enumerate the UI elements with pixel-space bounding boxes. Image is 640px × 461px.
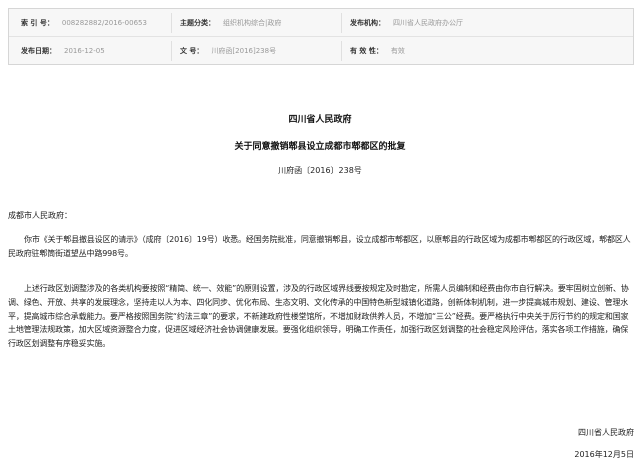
- validity-value: 有效: [390, 46, 405, 55]
- document-number-label: 文 号：: [180, 46, 204, 55]
- body-paragraph-1: 你市《关于郫县撤县设区的请示》（成府〔2016〕19号）收悉。经国务院批准，同意…: [8, 235, 631, 258]
- document-metadata-table: 索 引 号： 008282882/2016-00653 主题分类： 组织机构综合…: [8, 8, 634, 65]
- addressee: 成都市人民政府：: [8, 211, 72, 220]
- document-number: 川府函〔2016〕238号: [278, 166, 362, 175]
- publish-date-label: 发布日期：: [21, 46, 56, 55]
- metadata-row-1: 索 引 号： 008282882/2016-00653 主题分类： 组织机构综合…: [9, 9, 633, 37]
- publish-date-value: 2016-12-05: [64, 46, 105, 55]
- category-value: 组织机构综合|政府: [223, 18, 282, 27]
- validity-label: 有 效 性：: [350, 46, 383, 55]
- issuing-authority-heading: 四川省人民政府: [288, 115, 352, 125]
- validity-cell: 有 效 性： 有效: [341, 40, 621, 61]
- document-number-cell: 文 号： 川府函[2016]238号: [171, 40, 341, 61]
- body-paragraph-2: 上述行政区划调整涉及的各类机构要按照“精简、统一、效能”的原则设置，涉及的行政区…: [8, 284, 629, 349]
- index-number-label: 索 引 号：: [21, 18, 54, 27]
- issuer-label: 发布机构：: [350, 18, 385, 27]
- signature-date: 2016年12月5日: [574, 450, 634, 459]
- document-title: 关于同意撤销郫县设立成都市郫都区的批复: [234, 142, 406, 152]
- index-number-value: 008282882/2016-00653: [61, 18, 147, 27]
- metadata-row-2: 发布日期： 2016-12-05 文 号： 川府函[2016]238号 有 效 …: [9, 37, 633, 64]
- category-cell: 主题分类： 组织机构综合|政府: [171, 12, 341, 33]
- issuer-value: 四川省人民政府办公厅: [393, 18, 463, 27]
- document-number-value: 川府函[2016]238号: [211, 46, 277, 55]
- index-number-cell: 索 引 号： 008282882/2016-00653: [9, 18, 171, 28]
- category-label: 主题分类：: [180, 18, 215, 27]
- publish-date-cell: 发布日期： 2016-12-05: [9, 46, 171, 56]
- issuer-cell: 发布机构： 四川省人民政府办公厅: [341, 12, 621, 33]
- signature-authority: 四川省人民政府: [578, 428, 634, 437]
